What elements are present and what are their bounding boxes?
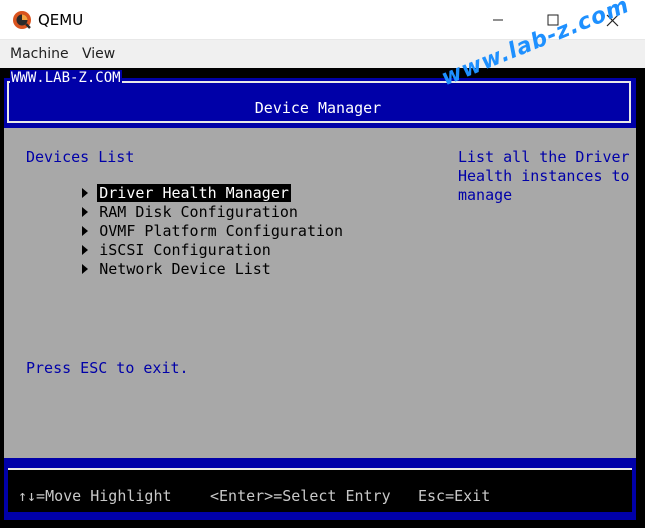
list-item-driver-health-manager[interactable]: Driver Health Manager <box>10 166 291 202</box>
help-line: List all the Driver <box>458 148 630 166</box>
header-brand: WWW.LAB-Z.COM <box>10 70 122 86</box>
page-title: Device Manager <box>254 99 382 117</box>
arrow-right-icon <box>82 263 89 274</box>
help-line: Health instances to <box>458 167 630 185</box>
list-item-network-device-list[interactable]: Network Device List <box>10 242 273 278</box>
bios-footer: ↑↓=Move Highlight <Enter>=Select Entry E… <box>4 458 636 520</box>
help-line: manage <box>458 186 513 204</box>
devices-list-heading: Devices List <box>26 148 135 166</box>
qemu-app-icon <box>13 11 31 29</box>
help-panel: List all the Driver Health instances to … <box>446 128 636 450</box>
window-title: QEMU <box>38 11 84 29</box>
list-item-label: Network Device List <box>99 260 271 278</box>
bios-header: WWW.LAB-Z.COM Device Manager <box>4 70 636 128</box>
menu-view[interactable]: View <box>82 46 115 62</box>
list-item-ovmf-platform-configuration[interactable]: OVMF Platform Configuration <box>10 204 345 240</box>
esc-hint: Press ESC to exit. <box>26 359 189 377</box>
footer-select-hint: <Enter>=Select Entry <box>210 487 391 505</box>
qemu-screen[interactable]: WWW.LAB-Z.COM Device Manager Devices Lis… <box>0 68 645 528</box>
devices-panel: Devices List Driver Health Manager RAM D… <box>4 128 444 450</box>
footer-keys: ↑↓=Move Highlight <Enter>=Select Entry E… <box>8 468 632 512</box>
footer-exit-hint: Esc=Exit <box>418 487 491 505</box>
menu-machine[interactable]: Machine <box>10 46 69 62</box>
list-item-iscsi-configuration[interactable]: iSCSI Configuration <box>10 223 273 259</box>
bios-body: Devices List Driver Health Manager RAM D… <box>4 128 636 458</box>
list-item-ram-disk-configuration[interactable]: RAM Disk Configuration <box>10 185 300 221</box>
footer-move-hint: ↑↓=Move Highlight <box>18 487 172 505</box>
minimize-button[interactable] <box>475 0 521 40</box>
minimize-icon <box>493 19 503 21</box>
